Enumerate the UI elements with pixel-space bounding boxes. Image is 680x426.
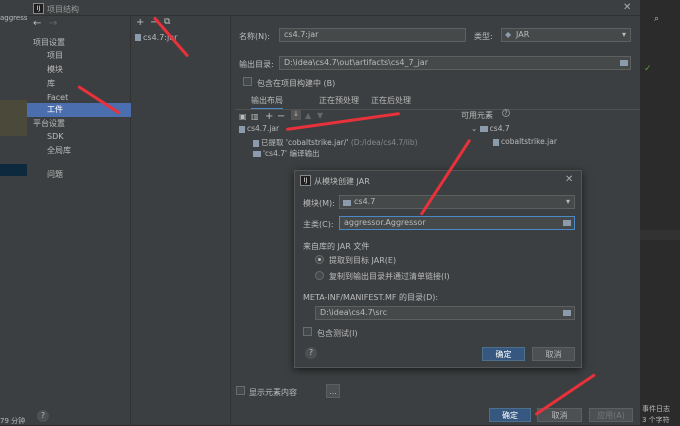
apply-button[interactable]: 应用(A) bbox=[589, 408, 633, 422]
archive-icon[interactable]: ▥ bbox=[251, 112, 259, 121]
sort-icon[interactable]: ↓ bbox=[291, 110, 301, 120]
more-options-button[interactable]: ... bbox=[326, 384, 340, 398]
include-tests-label: 包含测试(I) bbox=[317, 329, 358, 338]
module-folder-icon bbox=[343, 197, 353, 208]
ok-button[interactable]: 确定 bbox=[489, 408, 531, 422]
ide-left-panel: aggressor 79 分钟 bbox=[0, 0, 27, 425]
type-select[interactable]: JAR ◆ ▾ bbox=[501, 28, 631, 42]
available-module-label: cs4.7 bbox=[489, 124, 510, 133]
modal-cancel-button[interactable]: 取消 bbox=[532, 347, 575, 361]
back-arrow-icon[interactable]: ← bbox=[33, 18, 41, 29]
layout-root-label: cs4.7.jar bbox=[247, 124, 280, 133]
dialog-titlebar: IJ 项目结构 ✕ bbox=[27, 0, 640, 16]
close-icon[interactable]: ✕ bbox=[565, 174, 573, 185]
layout-tree-compile-output[interactable]: 'cs4.7' 编译输出 bbox=[253, 148, 319, 159]
include-build-checkbox[interactable] bbox=[243, 77, 252, 86]
output-dir-input[interactable]: D:\idea\cs4.7\out\artifacts\cs4_7_jar bbox=[279, 56, 631, 70]
create-jar-modal: IJ 从模块创建 JAR ✕ 模块(M): cs4.7 ▾ 主类(C): agg… bbox=[294, 170, 582, 368]
show-content-label: 显示元素内容 bbox=[249, 388, 297, 397]
main-class-input[interactable]: aggressor.Aggressor bbox=[339, 216, 575, 230]
artifact-type-icon: ◆ bbox=[505, 30, 512, 39]
remove-element-icon[interactable]: − bbox=[277, 111, 285, 122]
settings-nav: ← → 项目设置 项目 模块 库 Facet 工件 平台设置 SDK 全局库 问… bbox=[27, 16, 151, 425]
tab-preprocessing[interactable]: 正在预处理 bbox=[319, 94, 359, 108]
extracted-path: (D:/idea/cs4.7/lib) bbox=[350, 138, 418, 147]
show-content-checkbox[interactable] bbox=[236, 386, 245, 395]
check-icon: ✓ bbox=[644, 64, 652, 74]
copy-link-radio[interactable] bbox=[315, 271, 324, 280]
ide-left-highlight bbox=[0, 100, 27, 136]
available-module[interactable]: ⌄ cs4.7 bbox=[471, 124, 510, 133]
layout-tree-root[interactable]: cs4.7.jar bbox=[239, 124, 279, 133]
event-log-label[interactable]: 事件日志 bbox=[642, 404, 670, 414]
intellij-logo-icon: IJ bbox=[33, 3, 44, 14]
add-element-icon[interactable]: + bbox=[265, 111, 273, 122]
search-icon[interactable]: ⌕ bbox=[654, 14, 659, 24]
tab-postprocessing[interactable]: 正在后处理 bbox=[371, 94, 411, 108]
ide-right-line bbox=[640, 230, 680, 240]
ide-left-text: aggressor bbox=[0, 14, 27, 22]
type-label: 类型: bbox=[474, 32, 493, 41]
layout-tree-extracted[interactable]: 已提取 'cobaltstrike.jar/' (D:/idea/cs4.7/l… bbox=[253, 137, 418, 148]
dialog-title: 项目结构 bbox=[47, 5, 79, 14]
folder-browse-icon[interactable] bbox=[563, 218, 573, 227]
help-button[interactable]: ? bbox=[37, 410, 49, 422]
new-folder-icon[interactable]: ▣ bbox=[239, 112, 247, 121]
module-value: cs4.7 bbox=[354, 197, 376, 206]
include-tests-checkbox[interactable] bbox=[303, 327, 312, 336]
manifest-label: META-INF/MANIFEST.MF 的目录(D): bbox=[303, 293, 439, 302]
add-artifact-button[interactable]: + bbox=[136, 17, 144, 28]
modal-title: 从模块创建 JAR bbox=[314, 177, 370, 186]
jar-icon bbox=[239, 125, 245, 133]
intellij-logo-icon: IJ bbox=[300, 175, 311, 186]
type-value: JAR bbox=[516, 30, 530, 39]
help-circle-icon[interactable]: ? bbox=[502, 109, 510, 117]
nav-section-project: 项目设置 bbox=[33, 38, 65, 47]
move-down-icon[interactable]: ▼ bbox=[317, 111, 323, 120]
char-count-label: 3 个字符 bbox=[642, 416, 670, 424]
available-jar-label: cobaltstrike.jar bbox=[501, 137, 557, 146]
jar-icon bbox=[493, 138, 499, 146]
jar-icon bbox=[253, 139, 259, 147]
extracted-label: 已提取 'cobaltstrike.jar/' bbox=[261, 138, 349, 147]
chevron-down-icon: ⌄ bbox=[471, 124, 480, 133]
folder-icon bbox=[253, 151, 261, 157]
nav-section-platform: 平台设置 bbox=[33, 119, 65, 128]
artifact-list-panel: + − ⧉ cs4.7:jar bbox=[131, 16, 231, 425]
lib-jars-section: 来自库的 JAR 文件 bbox=[303, 242, 370, 251]
chevron-down-icon: ▾ bbox=[565, 197, 570, 206]
move-up-icon[interactable]: ▲ bbox=[305, 111, 311, 120]
folder-icon bbox=[479, 126, 488, 132]
copy-artifact-button[interactable]: ⧉ bbox=[164, 17, 170, 27]
ide-left-selection bbox=[0, 164, 27, 176]
close-icon[interactable]: ✕ bbox=[623, 2, 631, 13]
tab-output-layout[interactable]: 输出布局 bbox=[251, 94, 283, 110]
ide-right-panel: ⌕ ✓ 事件日志 3 个字符 bbox=[640, 0, 680, 425]
module-select[interactable]: cs4.7 ▾ bbox=[339, 195, 575, 209]
folder-browse-icon[interactable] bbox=[563, 308, 573, 317]
manifest-dir-input[interactable]: D:\idea\cs4.7\src bbox=[315, 306, 575, 320]
include-build-label: 包含在项目构建中 (B) bbox=[257, 79, 336, 88]
folder-browse-icon[interactable] bbox=[620, 58, 630, 67]
main-class-label: 主类(C): bbox=[303, 220, 334, 229]
modal-help-button[interactable]: ? bbox=[305, 347, 317, 359]
output-dir-label: 输出目录: bbox=[239, 60, 274, 69]
module-label: 模块(M): bbox=[303, 199, 335, 208]
available-elements-title: 可用元素 bbox=[461, 111, 493, 120]
chevron-down-icon: ▾ bbox=[621, 30, 626, 39]
available-jar[interactable]: cobaltstrike.jar bbox=[493, 137, 557, 146]
forward-arrow-icon[interactable]: → bbox=[49, 18, 57, 29]
name-input[interactable]: cs4.7:jar bbox=[279, 28, 466, 42]
extract-radio-label: 提取到目标 JAR(E) bbox=[329, 256, 397, 265]
copy-link-radio-label: 复制到输出目录并通过清单链接(I) bbox=[329, 272, 450, 281]
compile-output-label: 'cs4.7' 编译输出 bbox=[263, 149, 320, 158]
name-label: 名称(N): bbox=[239, 32, 270, 41]
artifact-list-item[interactable]: cs4.7:jar bbox=[131, 32, 231, 44]
jar-icon bbox=[135, 34, 141, 41]
modal-ok-button[interactable]: 确定 bbox=[482, 347, 525, 361]
extract-radio[interactable] bbox=[315, 255, 324, 264]
